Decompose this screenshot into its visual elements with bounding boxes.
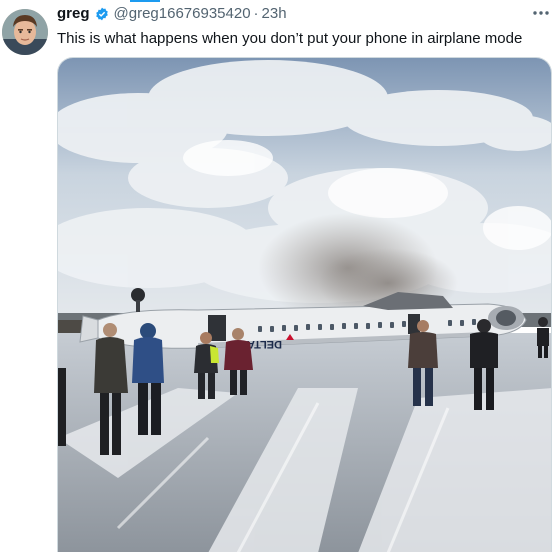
tweet-header: greg @greg16676935420 · 23h [57, 5, 287, 22]
avatar[interactable] [2, 9, 48, 55]
photo-airplane-crash: DELTA [58, 58, 551, 552]
more-options-icon[interactable] [531, 6, 551, 18]
tweet-media-photo[interactable]: DELTA [57, 57, 552, 552]
aircraft-livery-text: DELTA [247, 338, 282, 350]
tweet-text: This is what happens when you don’t put … [57, 30, 523, 47]
tweet-card[interactable]: greg @greg16676935420 · 23h This is what… [0, 0, 555, 552]
verified-badge-icon [95, 7, 109, 21]
timestamp[interactable]: 23h [262, 5, 287, 22]
separator-dot: · [253, 5, 259, 22]
author-display-name[interactable]: greg [57, 5, 90, 22]
author-handle[interactable]: @greg16676935420 [114, 5, 251, 22]
avatar-face-icon [2, 9, 48, 55]
top-accent-bar [130, 0, 160, 2]
